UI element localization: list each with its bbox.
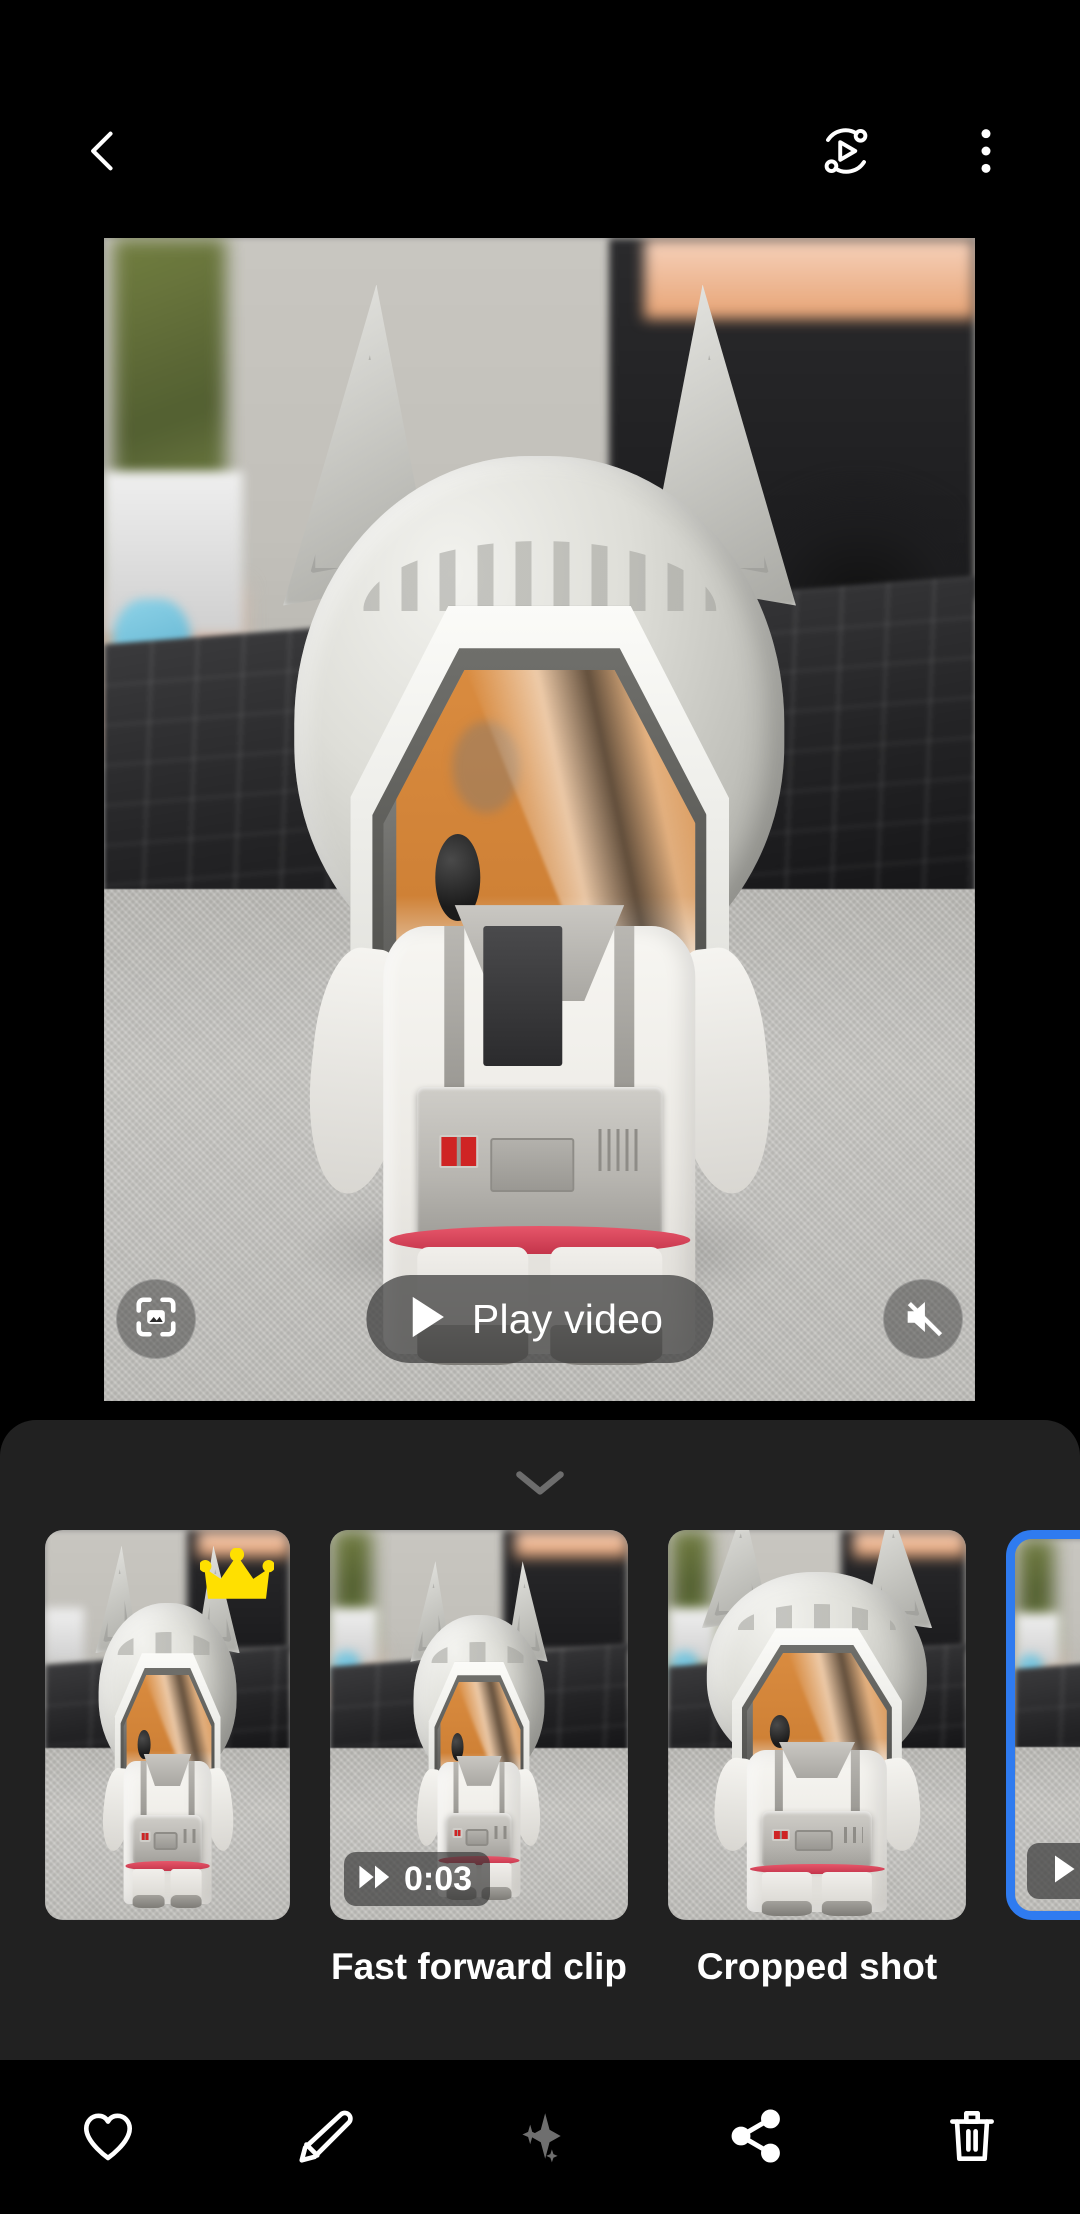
chevron-down-icon (511, 1467, 569, 1502)
back-button[interactable] (62, 110, 146, 194)
photo-viewer-screen: Play video 0:03 Fast forward clip Croppe… (0, 0, 1080, 2214)
trash-icon (941, 2105, 1003, 2170)
delete-button[interactable] (912, 2077, 1032, 2197)
crown-icon (199, 1547, 275, 1606)
bottom-action-bar (0, 2060, 1080, 2214)
thumbnail-label: Cropped shot (696, 1946, 938, 1987)
chevron-left-icon (78, 125, 130, 180)
thumbnail-item[interactable]: Cropped shot (668, 1530, 966, 1988)
duration-text: 0:03 (404, 1859, 473, 1898)
pencil-icon (293, 2105, 355, 2170)
top-app-bar (0, 0, 1080, 238)
play-badge (1027, 1843, 1080, 1899)
enhance-button[interactable] (480, 2077, 600, 2197)
share-button[interactable] (696, 2077, 816, 2197)
three-dot-menu-icon (963, 125, 1009, 180)
edit-button[interactable] (264, 2077, 384, 2197)
thumbnail-label: Fast forward clip (330, 1946, 628, 1987)
share-icon (725, 2105, 787, 2170)
photo-controls-overlay: Play video (104, 238, 975, 1401)
thumbnail-image[interactable] (1006, 1530, 1080, 1920)
variants-bottom-sheet: 0:03 Fast forward clip Cropped shot (0, 1420, 1080, 2060)
play-video-button[interactable]: Play video (365, 1275, 714, 1363)
motion-photo-button[interactable] (804, 110, 888, 194)
sheet-collapse-handle[interactable] (495, 1464, 585, 1504)
more-options-button[interactable] (944, 110, 1028, 194)
topbar-left-group (62, 110, 146, 194)
play-triangle-icon (1051, 1854, 1077, 1889)
heart-icon (77, 2105, 139, 2170)
main-photo[interactable]: Play video (104, 238, 975, 1401)
volume-off-icon (900, 1294, 946, 1345)
lens-button[interactable] (116, 1279, 196, 1359)
thumbnail-item[interactable] (45, 1530, 290, 1946)
motion-photo-icon (816, 121, 876, 184)
thumbnail-item[interactable]: 0:03 Fast forward clip (330, 1530, 628, 1988)
play-triangle-icon (408, 1295, 446, 1344)
thumbnail-label: Or (1006, 1946, 1080, 1988)
thumbnail-image[interactable] (668, 1530, 966, 1920)
fast-forward-icon (358, 1864, 392, 1895)
thumbnail-image[interactable] (45, 1530, 290, 1920)
variant-thumbnail-strip[interactable]: 0:03 Fast forward clip Cropped shot (0, 1530, 1080, 2030)
topbar-right-group (804, 110, 1028, 194)
thumbnail-image[interactable]: 0:03 (330, 1530, 628, 1920)
mute-button[interactable] (883, 1279, 963, 1359)
image-scan-icon (133, 1294, 179, 1345)
sparkle-icon (509, 2105, 571, 2170)
favorite-button[interactable] (48, 2077, 168, 2197)
play-video-label: Play video (471, 1295, 664, 1342)
duration-badge: 0:03 (344, 1852, 491, 1906)
thumbnail-item-selected[interactable]: Or (1006, 1530, 1080, 1988)
